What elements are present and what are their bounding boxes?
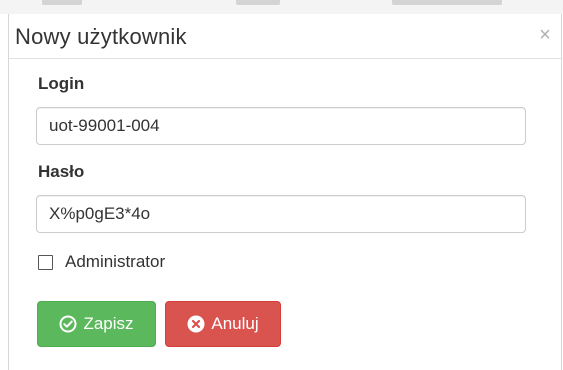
save-button[interactable]: Zapisz: [37, 301, 156, 347]
cancel-button-label: Anuluj: [211, 314, 259, 333]
administrator-checkbox[interactable]: [38, 254, 53, 270]
administrator-option[interactable]: Administrator: [38, 251, 165, 273]
cancel-button[interactable]: Anuluj: [165, 301, 281, 347]
dialog-title: Nowy użytkownik: [15, 24, 187, 49]
administrator-label: Administrator: [65, 252, 166, 271]
new-user-dialog: Nowy użytkownik × Login Hasło Administra…: [8, 14, 562, 370]
save-button-label: Zapisz: [83, 314, 134, 333]
password-input[interactable]: [36, 195, 526, 233]
background-text-fragment: [236, 0, 280, 5]
background-text-fragment: [392, 0, 502, 5]
login-label: Login: [38, 74, 85, 93]
login-input[interactable]: [36, 107, 526, 145]
password-label: Hasło: [38, 162, 85, 181]
close-icon: ×: [539, 24, 551, 46]
background-text-fragment: [42, 0, 82, 5]
check-circle-icon: [59, 315, 77, 333]
times-circle-icon: [187, 315, 205, 333]
close-button[interactable]: ×: [535, 24, 555, 46]
background-page-strip: [0, 0, 563, 14]
dialog-header: Nowy użytkownik ×: [9, 14, 561, 59]
